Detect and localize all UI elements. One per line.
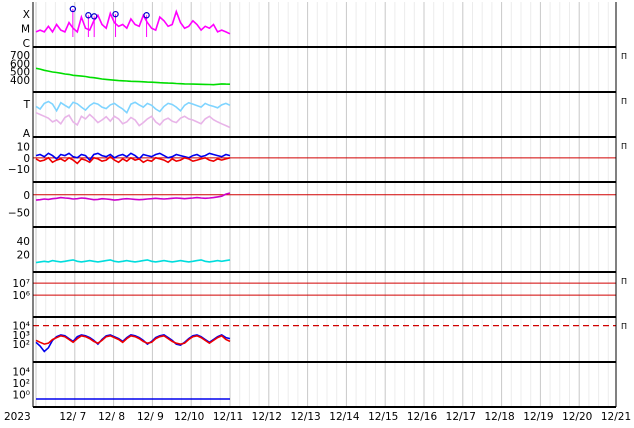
x-tick-label: 12/10 bbox=[174, 411, 204, 423]
y-tick-label: T bbox=[23, 99, 31, 111]
y-tick-label: 40 bbox=[17, 236, 30, 248]
space-weather-chart: X M C 700 600 500 400 Π T A Π 10 0 −10 Π 0 −50 40 20 10⁷ 10⁶… bbox=[0, 0, 634, 424]
x-axis-year-label: 2023 bbox=[4, 411, 31, 423]
x-tick-label: 12/21 bbox=[601, 411, 631, 423]
y-tick-label: M bbox=[21, 24, 30, 36]
x-tick-label: 12/18 bbox=[484, 411, 514, 423]
y-tick-label: −50 bbox=[8, 207, 30, 219]
y-tick-label: 400 bbox=[10, 75, 30, 87]
x-tick-label: 12/17 bbox=[446, 411, 476, 423]
x-tick-label: 12/12 bbox=[252, 411, 282, 423]
y-tick-label: 20 bbox=[17, 250, 30, 262]
x-tick-label: 12/ 7 bbox=[59, 411, 86, 423]
y-tick-label: 10⁷ bbox=[12, 278, 30, 290]
y-tick-label: 0 bbox=[23, 190, 30, 202]
x-tick-label: 12/13 bbox=[290, 411, 320, 423]
x-tick-label: 12/11 bbox=[213, 411, 243, 423]
x-tick-label: 12/19 bbox=[523, 411, 553, 423]
y-tick-label: X bbox=[23, 9, 30, 21]
panel-right-label: Π bbox=[621, 277, 627, 286]
y-tick-label: 10⁴ bbox=[12, 367, 30, 379]
y-tick-label: 10 bbox=[17, 142, 30, 154]
y-tick-label: 10² bbox=[12, 378, 30, 390]
panel-right-label: Π bbox=[621, 322, 627, 331]
x-tick-label: 12/ 9 bbox=[137, 411, 164, 423]
x-tick-label: 12/16 bbox=[407, 411, 438, 423]
y-tick-label: 10⁰ bbox=[12, 389, 30, 401]
x-tick-label: 12/14 bbox=[329, 411, 360, 423]
panel-right-label: Π bbox=[621, 97, 627, 106]
y-tick-label: A bbox=[23, 128, 31, 140]
x-tick-label: 12/15 bbox=[368, 411, 398, 423]
y-tick-label: C bbox=[23, 38, 30, 50]
y-tick-label: 0 bbox=[23, 153, 30, 165]
y-tick-label: 10² bbox=[12, 339, 30, 351]
x-tick-label: 12/ 8 bbox=[98, 411, 125, 423]
y-tick-label: 10⁶ bbox=[12, 290, 30, 302]
x-tick-label: 12/20 bbox=[562, 411, 592, 423]
chart-canvas: XMC700600500400ΠTAΠ100−10Π0−50402010⁷10⁶… bbox=[4, 2, 631, 423]
y-tick-label: −10 bbox=[8, 164, 30, 176]
panel-right-label: Π bbox=[621, 52, 627, 61]
panel-right-label: Π bbox=[621, 142, 627, 151]
